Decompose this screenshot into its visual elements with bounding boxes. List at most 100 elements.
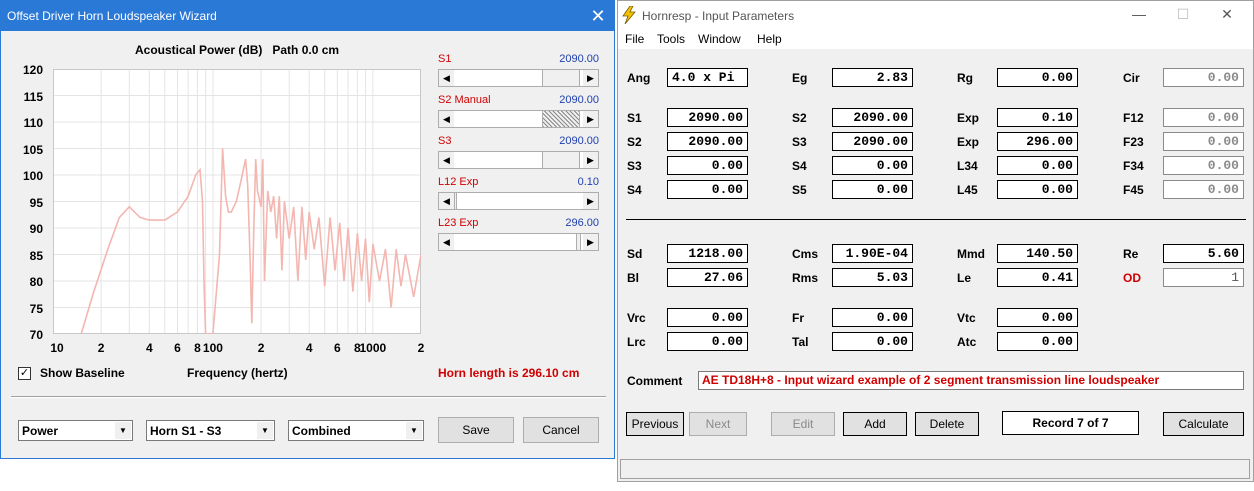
param-field[interactable]: 0.00 bbox=[997, 156, 1078, 175]
scroll-left-icon[interactable]: ◀ bbox=[439, 234, 454, 250]
param-field[interactable]: 0.00 bbox=[1163, 68, 1244, 87]
scroll-left-icon[interactable]: ◀ bbox=[439, 111, 454, 127]
menu-help[interactable]: Help bbox=[757, 32, 782, 46]
scroll-right-icon[interactable]: ▶ bbox=[583, 111, 598, 127]
slider-thumb[interactable] bbox=[542, 152, 580, 168]
calculate-button[interactable]: Calculate bbox=[1163, 412, 1244, 436]
mode-dropdown[interactable]: Combined ▼ bbox=[288, 420, 424, 441]
param-label: F23 bbox=[1123, 135, 1144, 149]
param-field[interactable]: 2090.00 bbox=[667, 132, 748, 151]
scroll-right-icon[interactable]: ▶ bbox=[583, 234, 598, 250]
param-field[interactable]: 0.00 bbox=[832, 332, 913, 351]
save-button-label: Save bbox=[462, 423, 490, 437]
close-icon[interactable]: ✕ bbox=[1212, 6, 1242, 26]
param-label: F34 bbox=[1123, 159, 1144, 173]
slider-value: 2090.00 bbox=[559, 135, 599, 147]
param-field[interactable]: 0.00 bbox=[1163, 180, 1244, 199]
scroll-left-icon[interactable]: ◀ bbox=[439, 152, 454, 168]
param-field[interactable]: 0.10 bbox=[997, 108, 1078, 127]
scroll-right-icon[interactable]: ▶ bbox=[583, 152, 598, 168]
chevron-down-icon[interactable]: ▼ bbox=[406, 422, 422, 439]
param-field[interactable]: 0.00 bbox=[832, 156, 913, 175]
param-label: Tal bbox=[792, 335, 809, 349]
param-field[interactable]: 0.00 bbox=[832, 180, 913, 199]
param-field[interactable]: 0.00 bbox=[667, 156, 748, 175]
param-field[interactable]: 27.06 bbox=[667, 268, 748, 287]
graph-title: Acoustical Power (dB) Path 0.0 cm bbox=[135, 43, 340, 57]
horn-section-dropdown[interactable]: Horn S1 - S3 ▼ bbox=[146, 420, 275, 441]
param-field[interactable]: 2090.00 bbox=[832, 108, 913, 127]
show-baseline-checkbox[interactable]: ✓ bbox=[18, 367, 31, 380]
x-tick-label: 2 bbox=[257, 341, 265, 355]
parameter-slider[interactable]: ◀ ▶ bbox=[438, 110, 599, 128]
param-field[interactable]: 2090.00 bbox=[667, 108, 748, 127]
y-tick-label: 85 bbox=[29, 248, 43, 263]
parameter-slider[interactable]: ◀ ▶ bbox=[438, 233, 599, 251]
param-label: Vtc bbox=[957, 311, 976, 325]
delete-button[interactable]: Delete bbox=[915, 412, 979, 436]
param-field[interactable]: 0.00 bbox=[997, 308, 1078, 327]
param-field[interactable]: 0.00 bbox=[832, 308, 913, 327]
power-response-plot bbox=[53, 69, 421, 334]
param-label: Cms bbox=[792, 247, 819, 261]
slider-thumb[interactable] bbox=[576, 234, 581, 250]
hornresp-title-bar[interactable]: Hornresp - Input Parameters — ☐ ✕ bbox=[618, 1, 1253, 31]
power-dropdown[interactable]: Power ▼ bbox=[18, 420, 133, 441]
param-field[interactable]: 0.00 bbox=[997, 180, 1078, 199]
param-field[interactable]: 0.00 bbox=[1163, 132, 1244, 151]
slider-thumb[interactable] bbox=[454, 193, 457, 209]
param-field[interactable]: 0.00 bbox=[667, 180, 748, 199]
save-button[interactable]: Save bbox=[438, 417, 514, 443]
param-field[interactable]: 5.03 bbox=[832, 268, 913, 287]
chevron-down-icon[interactable]: ▼ bbox=[257, 422, 273, 439]
parameter-slider[interactable]: ◀ ▶ bbox=[438, 192, 599, 210]
scroll-right-icon[interactable]: ▶ bbox=[583, 70, 598, 86]
parameter-slider[interactable]: ◀ ▶ bbox=[438, 69, 599, 87]
param-field[interactable]: 4.0 x Pi bbox=[667, 68, 748, 87]
mode-dropdown-value: Combined bbox=[292, 424, 351, 438]
minimize-icon[interactable]: — bbox=[1124, 6, 1154, 26]
slider-thumb[interactable] bbox=[542, 70, 580, 86]
param-field[interactable]: 296.00 bbox=[997, 132, 1078, 151]
next-button[interactable]: Next bbox=[689, 412, 747, 436]
param-field[interactable]: 0.00 bbox=[1163, 108, 1244, 127]
param-field[interactable]: 0.00 bbox=[997, 332, 1078, 351]
menu-tools[interactable]: Tools bbox=[657, 32, 685, 46]
param-field[interactable]: 2.83 bbox=[832, 68, 913, 87]
param-field[interactable]: 1218.00 bbox=[667, 244, 748, 263]
param-field[interactable]: 0.00 bbox=[667, 308, 748, 327]
add-button[interactable]: Add bbox=[843, 412, 907, 436]
param-label: Atc bbox=[957, 335, 977, 349]
slider-label: S3 bbox=[438, 135, 452, 147]
scroll-left-icon[interactable]: ◀ bbox=[439, 193, 454, 209]
param-field[interactable]: 0.00 bbox=[667, 332, 748, 351]
param-field[interactable]: 5.60 bbox=[1163, 244, 1244, 263]
maximize-icon[interactable]: ☐ bbox=[1168, 6, 1198, 26]
param-field[interactable]: 0.00 bbox=[1163, 156, 1244, 175]
frequency-axis-label: Frequency (hertz) bbox=[187, 366, 288, 380]
param-field[interactable]: 0.00 bbox=[997, 68, 1078, 87]
menu-window[interactable]: Window bbox=[698, 32, 741, 46]
cancel-button[interactable]: Cancel bbox=[523, 417, 599, 443]
status-bar bbox=[620, 459, 1250, 479]
y-tick-label: 105 bbox=[22, 142, 43, 157]
param-field[interactable]: 140.50 bbox=[997, 244, 1078, 263]
wizard-title-bar[interactable]: Offset Driver Horn Loudspeaker Wizard ✕ bbox=[1, 1, 614, 31]
param-field[interactable]: 1 bbox=[1163, 268, 1244, 287]
param-field[interactable]: 2090.00 bbox=[832, 132, 913, 151]
x-tick-label: 2 bbox=[97, 341, 105, 355]
comment-field[interactable]: AE TD18H+8 - Input wizard example of 2 s… bbox=[698, 371, 1244, 390]
parameter-slider[interactable]: ◀ ▶ bbox=[438, 151, 599, 169]
close-icon[interactable]: ✕ bbox=[585, 3, 611, 29]
edit-button[interactable]: Edit bbox=[771, 412, 835, 436]
param-label: S5 bbox=[792, 183, 807, 197]
param-field[interactable]: 0.41 bbox=[997, 268, 1078, 287]
slider-thumb[interactable] bbox=[542, 111, 580, 127]
chevron-down-icon[interactable]: ▼ bbox=[115, 422, 131, 439]
previous-button[interactable]: Previous bbox=[626, 412, 684, 436]
scroll-right-icon[interactable]: ▶ bbox=[583, 193, 598, 209]
menu-file[interactable]: File bbox=[625, 32, 644, 46]
scroll-left-icon[interactable]: ◀ bbox=[439, 70, 454, 86]
param-label: Vrc bbox=[627, 311, 646, 325]
param-field[interactable]: 1.90E-04 bbox=[832, 244, 913, 263]
